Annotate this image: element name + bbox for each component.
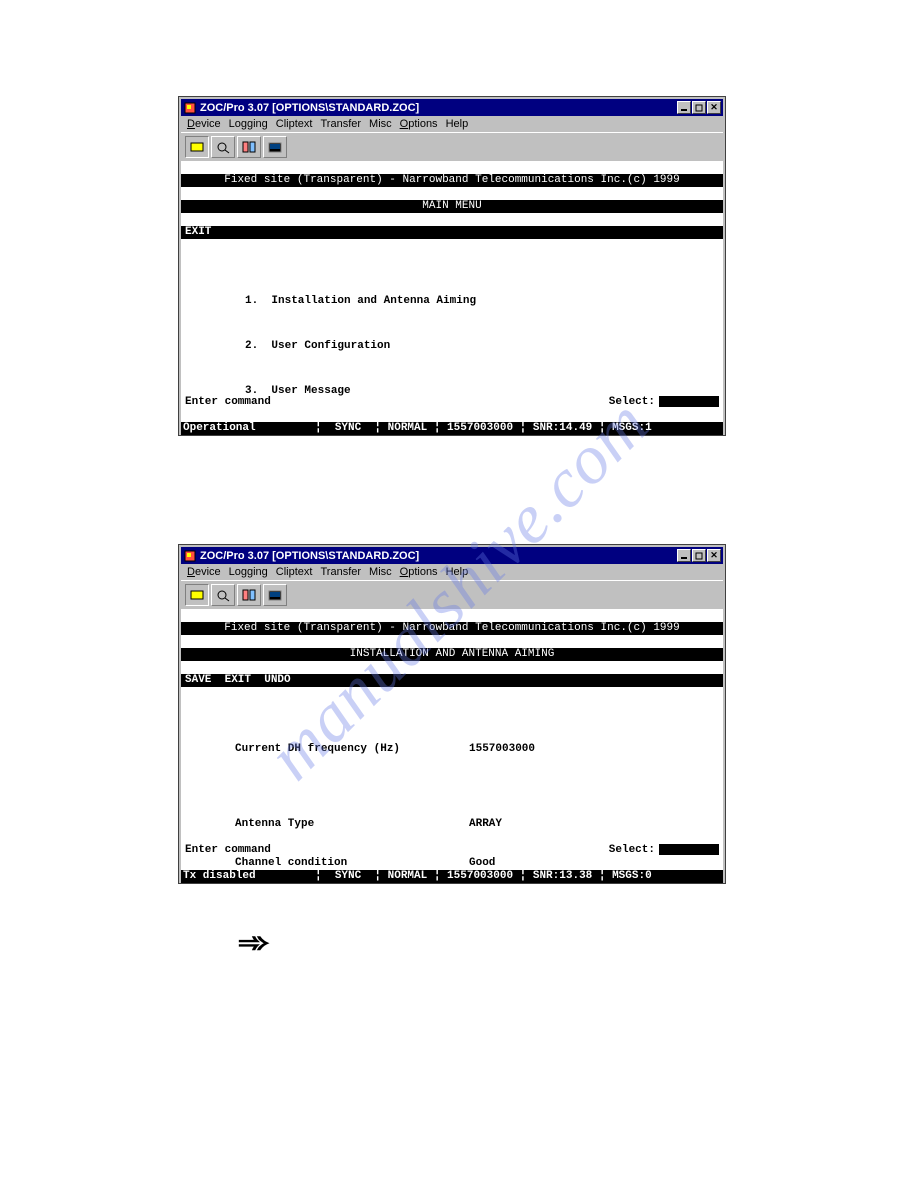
app-icon	[183, 101, 197, 115]
header-line-3: EXIT	[181, 226, 723, 239]
window-installation: ZOC/Pro 3.07 [OPTIONS\STANDARD.ZOC] ✕ De…	[178, 544, 726, 884]
field-current-dh-freq: Current DH frequency (Hz)1557003000	[235, 743, 723, 756]
menu-cliptext[interactable]: Cliptext	[276, 566, 313, 578]
menu-device[interactable]: Device	[187, 566, 221, 578]
terminal-area[interactable]: Fixed site (Transparent) - Narrowband Te…	[181, 609, 723, 883]
select-label: Select:	[609, 844, 655, 857]
select-label: Select:	[609, 396, 655, 409]
toolbar-btn-2[interactable]	[211, 584, 235, 606]
menubar: Device Logging Cliptext Transfer Misc Op…	[181, 116, 723, 132]
toolbar	[181, 132, 723, 161]
toolbar-btn-4[interactable]	[263, 584, 287, 606]
toolbar	[181, 580, 723, 609]
minimize-button[interactable]	[677, 549, 691, 562]
enter-command-label: Enter command	[185, 844, 271, 857]
menu-item-2[interactable]: 2. User Configuration	[245, 340, 723, 353]
window-title: ZOC/Pro 3.07 [OPTIONS\STANDARD.ZOC]	[200, 550, 677, 562]
menu-transfer[interactable]: Transfer	[320, 118, 361, 130]
window-main-menu: ZOC/Pro 3.07 [OPTIONS\STANDARD.ZOC] ✕ De…	[178, 96, 726, 436]
menu-logging[interactable]: Logging	[229, 566, 268, 578]
toolbar-btn-1[interactable]	[185, 136, 209, 158]
toolbar-btn-3[interactable]	[237, 584, 261, 606]
menu-device[interactable]: Device	[187, 118, 221, 130]
menu-options[interactable]: Options	[400, 566, 438, 578]
close-button[interactable]: ✕	[707, 101, 721, 114]
header-line-2: MAIN MENU	[181, 200, 723, 213]
select-input[interactable]	[659, 844, 719, 855]
enter-command-label: Enter command	[185, 396, 271, 409]
status-bar: Operational ¦ SYNC ¦ NORMAL ¦ 1557003000…	[181, 422, 723, 435]
toolbar-btn-3[interactable]	[237, 136, 261, 158]
menu-options[interactable]: Options	[400, 118, 438, 130]
menu-logging[interactable]: Logging	[229, 118, 268, 130]
close-button[interactable]: ✕	[707, 549, 721, 562]
maximize-button[interactable]	[692, 101, 706, 114]
menu-misc[interactable]: Misc	[369, 118, 392, 130]
toolbar-btn-2[interactable]	[211, 136, 235, 158]
menu-help[interactable]: Help	[446, 566, 469, 578]
toolbar-btn-1[interactable]	[185, 584, 209, 606]
terminal-area[interactable]: Fixed site (Transparent) - Narrowband Te…	[181, 161, 723, 435]
header-line-3: SAVE EXIT UNDO	[181, 674, 723, 687]
status-bar: Tx disabled ¦ SYNC ¦ NORMAL ¦ 1557003000…	[181, 870, 723, 883]
menu-help[interactable]: Help	[446, 118, 469, 130]
toolbar-btn-4[interactable]	[263, 136, 287, 158]
menu-misc[interactable]: Misc	[369, 566, 392, 578]
menu-transfer[interactable]: Transfer	[320, 566, 361, 578]
header-line-1: Fixed site (Transparent) - Narrowband Te…	[181, 174, 723, 187]
select-input[interactable]	[659, 396, 719, 407]
maximize-button[interactable]	[692, 549, 706, 562]
titlebar[interactable]: ZOC/Pro 3.07 [OPTIONS\STANDARD.ZOC] ✕	[181, 99, 723, 116]
minimize-button[interactable]	[677, 101, 691, 114]
titlebar[interactable]: ZOC/Pro 3.07 [OPTIONS\STANDARD.ZOC] ✕	[181, 547, 723, 564]
header-line-2: INSTALLATION AND ANTENNA AIMING	[181, 648, 723, 661]
app-icon	[183, 549, 197, 563]
menubar: Device Logging Cliptext Transfer Misc Op…	[181, 564, 723, 580]
header-line-1: Fixed site (Transparent) - Narrowband Te…	[181, 622, 723, 635]
menu-item-1[interactable]: 1. Installation and Antenna Aiming	[245, 295, 723, 308]
arrow-right-icon: ➾	[237, 926, 270, 959]
window-title: ZOC/Pro 3.07 [OPTIONS\STANDARD.ZOC]	[200, 102, 677, 114]
menu-cliptext[interactable]: Cliptext	[276, 118, 313, 130]
